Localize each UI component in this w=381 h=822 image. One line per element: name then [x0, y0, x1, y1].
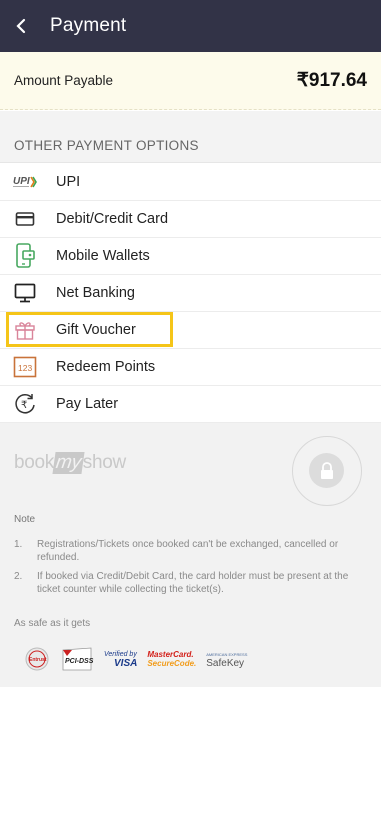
security-badges: Entrust PCI-DSS Verified by VISA MasterC…	[24, 644, 257, 674]
gift-icon	[12, 317, 38, 343]
verified-by-visa-badge: Verified by VISA	[104, 650, 138, 669]
option-label-netbanking: Net Banking	[56, 285, 135, 301]
section-gap	[0, 111, 381, 125]
payment-options-list: UPI UPI Debit/Credit Card Mobile Wallets…	[0, 164, 381, 423]
payment-option-upi[interactable]: UPI UPI	[0, 164, 381, 201]
page-title: Payment	[50, 15, 127, 36]
option-label-upi: UPI	[56, 174, 81, 190]
payment-option-wallets[interactable]: Mobile Wallets	[0, 238, 381, 275]
note-number: 2.	[14, 571, 23, 582]
note-item: 1. Registrations/Tickets once booked can…	[14, 538, 364, 564]
monitor-icon	[12, 280, 38, 306]
svg-text:UPI: UPI	[13, 176, 30, 187]
mastercard-securecode-badge: MasterCard. SecureCode.	[147, 650, 196, 668]
payment-option-gift-voucher[interactable]: Gift Voucher	[0, 312, 381, 349]
amount-payable-label: Amount Payable	[14, 73, 114, 88]
amount-payable-bar: Amount Payable ₹917.64	[0, 52, 381, 110]
svg-text:₹: ₹	[21, 400, 27, 411]
option-label-redeem-points: Redeem Points	[56, 359, 156, 375]
option-label-card: Debit/Credit Card	[56, 211, 169, 227]
note-title: Note	[14, 514, 36, 525]
entrust-badge-icon: Entrust	[24, 646, 50, 672]
lock-icon	[309, 453, 344, 488]
brand-show: show	[82, 452, 126, 473]
payment-option-card[interactable]: Debit/Credit Card	[0, 201, 381, 238]
note-number: 1.	[14, 539, 23, 550]
note-item: 2. If booked via Credit/Debit Card, the …	[14, 570, 364, 596]
pci-text: PCI-DSS	[65, 658, 94, 665]
back-arrow-icon	[16, 18, 26, 34]
payment-option-netbanking[interactable]: Net Banking	[0, 275, 381, 312]
option-label-wallets: Mobile Wallets	[56, 248, 150, 264]
amex-safekey-badge: AMERICAN EXPRESS SafeKey	[206, 650, 247, 669]
secure-payment-seal-icon	[292, 436, 362, 506]
bookmyshow-logo: bookmyshow	[14, 452, 126, 474]
svg-text:123: 123	[18, 363, 32, 373]
amount-payable-value: ₹917.64	[296, 70, 367, 91]
note-text: If booked via Credit/Debit Card, the car…	[37, 571, 349, 595]
payment-option-redeem-points[interactable]: 123 Redeem Points	[0, 349, 381, 386]
brand-my: my	[52, 452, 85, 474]
option-label-pay-later: Pay Later	[56, 396, 119, 412]
visa-big-text: VISA	[114, 658, 138, 669]
mastercard-text: MasterCard.	[147, 650, 194, 659]
mobile-wallet-icon	[12, 243, 38, 269]
section-title: OTHER PAYMENT OPTIONS	[0, 125, 381, 163]
entrust-text: Entrust	[29, 657, 47, 663]
safe-label: As safe as it gets	[14, 618, 91, 629]
pci-dss-badge-icon: PCI-DSS	[60, 646, 94, 672]
pay-later-icon: ₹	[12, 391, 38, 417]
header-bar: Payment	[0, 0, 381, 52]
securecode-text: SecureCode.	[147, 659, 197, 668]
points-icon: 123	[12, 354, 38, 380]
safekey-text: SafeKey	[206, 658, 245, 669]
payment-option-pay-later[interactable]: ₹ Pay Later	[0, 386, 381, 423]
card-icon	[12, 206, 38, 232]
brand-book: book	[14, 452, 55, 473]
note-text: Registrations/Tickets once booked can't …	[37, 539, 339, 563]
upi-icon: UPI	[12, 169, 38, 195]
back-button[interactable]	[0, 0, 42, 52]
option-label-gift-voucher: Gift Voucher	[56, 322, 136, 338]
